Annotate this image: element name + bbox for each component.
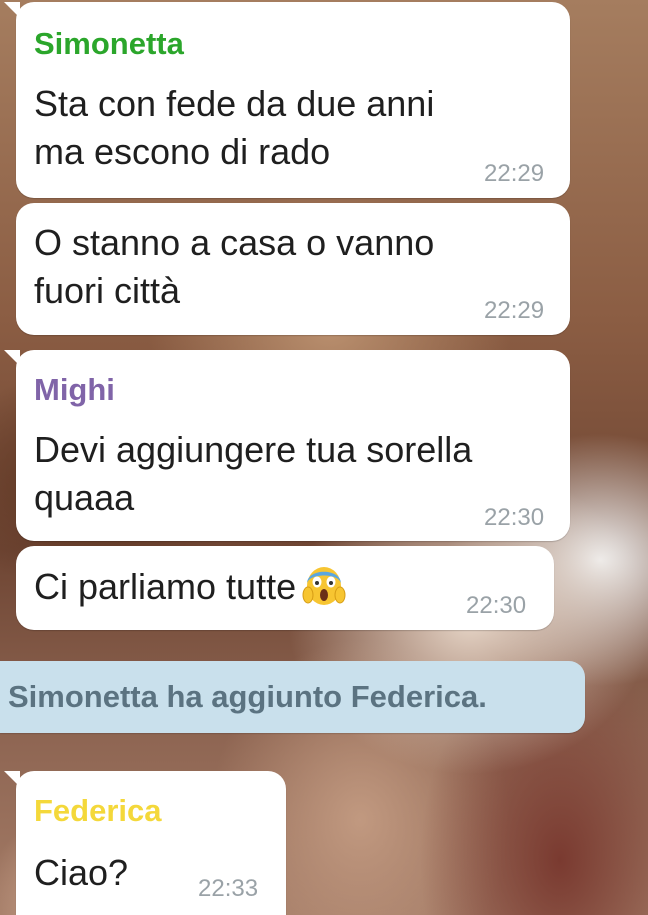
message-text: Ciao? xyxy=(34,852,129,893)
sender-name[interactable]: Federica xyxy=(34,795,162,826)
chat-thread: Simonetta Sta con fede da due anni ma es… xyxy=(0,0,648,915)
message-bubble[interactable]: Federica Ciao? 22:33 xyxy=(4,771,286,915)
system-message-text: Simonetta ha aggiunto Federica. xyxy=(8,679,487,714)
message-text: O stanno a casa o vanno fuori città xyxy=(34,222,435,311)
message-text: Devi aggiungere tua sorella quaaa xyxy=(34,429,473,518)
message-bubble[interactable]: Mighi Devi aggiungere tua sorella quaaa … xyxy=(4,350,570,541)
system-message: Simonetta ha aggiunto Federica. xyxy=(0,661,585,733)
face-screaming-in-fear-icon xyxy=(302,563,346,607)
message-text: Sta con fede da due anni ma escono di ra… xyxy=(34,83,435,172)
message-bubble[interactable]: Simonetta Sta con fede da due anni ma es… xyxy=(4,2,570,198)
message-text: Ci parliamo tutte xyxy=(34,563,346,611)
message-timestamp: 22:30 xyxy=(466,592,527,619)
sender-name[interactable]: Mighi xyxy=(34,374,115,405)
message-timestamp: 22:29 xyxy=(484,160,545,187)
message-timestamp: 22:33 xyxy=(198,875,259,902)
sender-name[interactable]: Simonetta xyxy=(34,28,184,59)
message-timestamp: 22:29 xyxy=(484,297,545,324)
message-timestamp: 22:30 xyxy=(484,504,545,531)
message-bubble[interactable]: Ci parliamo tutte 22:30 xyxy=(16,546,554,630)
message-text-content: Ci parliamo tutte xyxy=(34,566,297,607)
message-bubble[interactable]: O stanno a casa o vanno fuori città 22:2… xyxy=(16,203,570,335)
